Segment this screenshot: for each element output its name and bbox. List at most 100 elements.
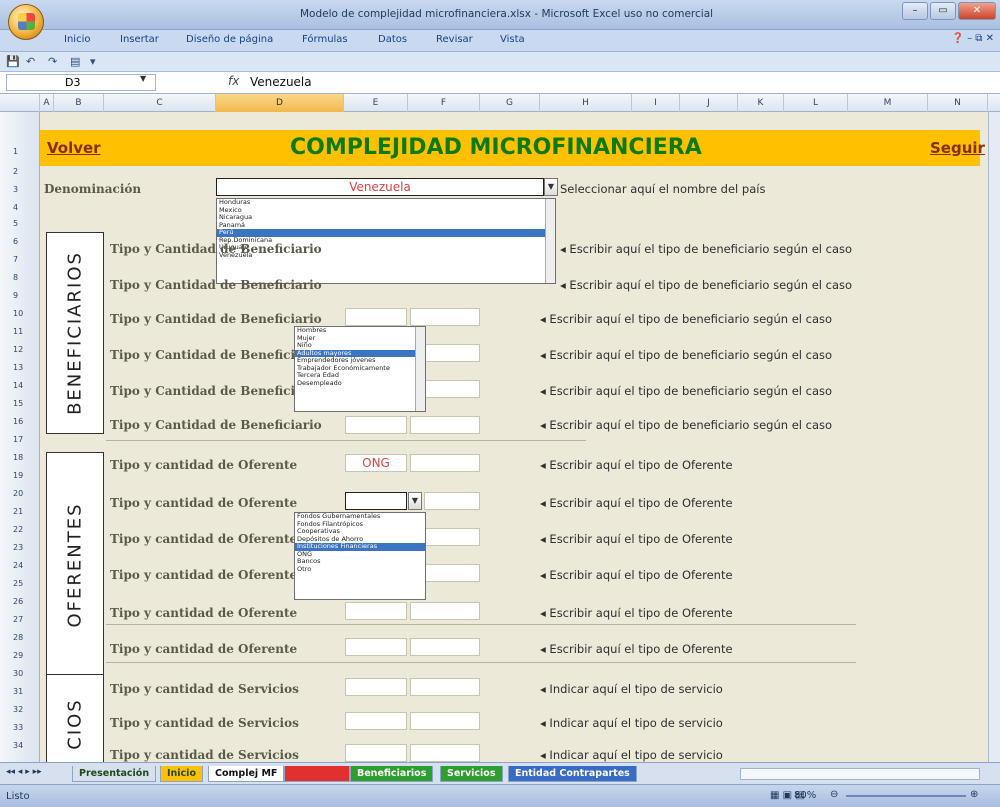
row-header[interactable]: 18 bbox=[0, 453, 40, 462]
minimize-button[interactable]: – bbox=[902, 2, 928, 20]
column-header[interactable]: A bbox=[40, 94, 54, 112]
row-header[interactable]: 32 bbox=[0, 705, 40, 714]
country-select[interactable]: Venezuela bbox=[216, 178, 544, 196]
list-item[interactable]: Mujer bbox=[295, 334, 425, 343]
column-header[interactable]: L bbox=[784, 94, 848, 112]
row-header[interactable]: 24 bbox=[0, 561, 40, 570]
row-header[interactable]: 22 bbox=[0, 525, 40, 534]
row-header[interactable]: 3 bbox=[0, 185, 40, 194]
row-header[interactable]: 26 bbox=[0, 597, 40, 606]
chevron-down-icon[interactable]: ▼ bbox=[140, 74, 146, 83]
row-header[interactable]: 19 bbox=[0, 471, 40, 480]
chevron-down-icon[interactable]: ▼ bbox=[544, 178, 558, 196]
row-header[interactable]: 34 bbox=[0, 741, 40, 750]
tab-vista[interactable]: Vista bbox=[500, 34, 525, 45]
beneficiario-count-input[interactable] bbox=[410, 416, 480, 434]
sheet-nav-arrows-icon[interactable]: ◂◂ ◂ ▸ ▸▸ bbox=[6, 767, 42, 777]
row-header[interactable]: 17 bbox=[0, 435, 40, 444]
servicio-count-input[interactable] bbox=[410, 712, 480, 730]
oferente-count-input[interactable] bbox=[410, 638, 480, 656]
row-header[interactable]: 31 bbox=[0, 687, 40, 696]
name-box[interactable]: D3 bbox=[6, 74, 156, 91]
sheet-tab-complej-mf[interactable]: Complej MF bbox=[208, 766, 285, 782]
row-header[interactable]: 16 bbox=[0, 417, 40, 426]
servicio-count-input[interactable] bbox=[410, 744, 480, 762]
row-header[interactable]: 29 bbox=[0, 651, 40, 660]
function-icon[interactable]: fx bbox=[228, 74, 239, 88]
undo-icon[interactable]: ↶ bbox=[26, 55, 35, 68]
office-button[interactable] bbox=[8, 4, 44, 40]
servicio-input[interactable] bbox=[345, 678, 407, 696]
row-header[interactable]: 25 bbox=[0, 579, 40, 588]
country-dropdown-list[interactable]: Honduras Mexico Nicaragua Panamá Perú Re… bbox=[216, 198, 556, 284]
tab-revisar[interactable]: Revisar bbox=[436, 34, 473, 45]
select-all-corner[interactable] bbox=[0, 94, 40, 112]
row-header[interactable]: 2 bbox=[0, 167, 40, 176]
beneficiario-count-input[interactable] bbox=[410, 308, 480, 326]
oferente-count-input[interactable] bbox=[424, 492, 480, 510]
row-header[interactable]: 4 bbox=[0, 203, 40, 212]
list-item[interactable]: Desempleado bbox=[295, 379, 425, 388]
list-item[interactable]: Mexico bbox=[217, 206, 555, 215]
row-header[interactable]: 5 bbox=[0, 219, 40, 228]
vertical-scrollbar[interactable] bbox=[988, 112, 1000, 762]
oferente-input[interactable] bbox=[345, 602, 407, 620]
list-item-selected[interactable]: Instituciones Financieras bbox=[295, 542, 425, 551]
list-item[interactable]: Honduras bbox=[217, 199, 555, 207]
sheet-tab-beneficiarios[interactable]: Beneficiarios bbox=[350, 766, 434, 782]
close-button[interactable]: ✕ bbox=[958, 2, 996, 20]
oferente-count-input[interactable] bbox=[410, 602, 480, 620]
row-header[interactable]: 10 bbox=[0, 309, 40, 318]
column-header[interactable]: C bbox=[104, 94, 216, 112]
row-header[interactable]: 21 bbox=[0, 507, 40, 516]
tab-datos[interactable]: Datos bbox=[378, 34, 407, 45]
column-header[interactable]: K bbox=[738, 94, 784, 112]
oferente-input[interactable] bbox=[345, 492, 407, 510]
row-header[interactable]: 28 bbox=[0, 633, 40, 642]
save-icon[interactable]: 💾 bbox=[6, 55, 20, 68]
column-header[interactable]: D bbox=[216, 94, 344, 112]
beneficiario-input[interactable] bbox=[345, 308, 407, 326]
row-header[interactable]: 12 bbox=[0, 345, 40, 354]
list-item[interactable]: Panamá bbox=[217, 221, 555, 230]
redo-icon[interactable]: ↷ bbox=[48, 55, 57, 68]
oferente-dropdown-list[interactable]: Fondos Gubernamentales Fondos Filantrópi… bbox=[294, 512, 426, 600]
row-header[interactable]: 7 bbox=[0, 255, 40, 264]
horizontal-scrollbar[interactable] bbox=[740, 768, 980, 780]
beneficiario-input[interactable] bbox=[345, 416, 407, 434]
row-header[interactable]: 13 bbox=[0, 363, 40, 372]
volver-link[interactable]: Volver bbox=[47, 139, 101, 157]
tab-inicio[interactable]: Inicio bbox=[64, 34, 90, 45]
column-header[interactable]: E bbox=[344, 94, 408, 112]
formula-input[interactable]: Venezuela bbox=[250, 75, 312, 89]
column-header[interactable]: M bbox=[848, 94, 928, 112]
row-header[interactable]: 1 bbox=[0, 147, 40, 156]
row-header[interactable]: 11 bbox=[0, 327, 40, 336]
sheet-tab-servicios[interactable]: Servicios bbox=[440, 766, 503, 782]
list-item[interactable]: Otro bbox=[295, 565, 425, 574]
row-header[interactable]: 23 bbox=[0, 543, 40, 552]
sheet-tab-red[interactable] bbox=[284, 766, 350, 782]
column-header[interactable]: G bbox=[480, 94, 540, 112]
sheet-tab-entidad[interactable]: Entidad Contrapartes bbox=[508, 766, 637, 782]
dropdown-scrollbar[interactable] bbox=[415, 327, 425, 411]
row-header[interactable]: 8 bbox=[0, 273, 40, 282]
sheet-tab-presentacion[interactable]: Presentación bbox=[72, 766, 157, 782]
row-header[interactable]: 20 bbox=[0, 489, 40, 498]
customize-qat-icon[interactable]: ▾ bbox=[90, 55, 96, 68]
zoom-out-icon[interactable]: ⊖ bbox=[830, 789, 838, 800]
seguir-link[interactable]: Seguir bbox=[930, 139, 985, 157]
column-header[interactable]: J bbox=[680, 94, 738, 112]
list-item[interactable]: Nicaragua bbox=[217, 213, 555, 222]
row-header[interactable]: 30 bbox=[0, 669, 40, 678]
row-header[interactable]: 6 bbox=[0, 237, 40, 246]
row-header[interactable]: 27 bbox=[0, 615, 40, 624]
row-header[interactable]: 9 bbox=[0, 291, 40, 300]
list-item[interactable]: Bancos bbox=[295, 557, 425, 566]
sheet-tab-inicio[interactable]: Inicio bbox=[160, 766, 203, 782]
row-header[interactable]: 14 bbox=[0, 381, 40, 390]
chart-icon[interactable]: ▤ bbox=[70, 55, 80, 68]
column-header[interactable]: F bbox=[408, 94, 480, 112]
dropdown-scrollbar[interactable] bbox=[545, 199, 555, 283]
beneficiario-dropdown-list[interactable]: Hombres Mujer Niño Adultos mayores Empre… bbox=[294, 326, 426, 412]
